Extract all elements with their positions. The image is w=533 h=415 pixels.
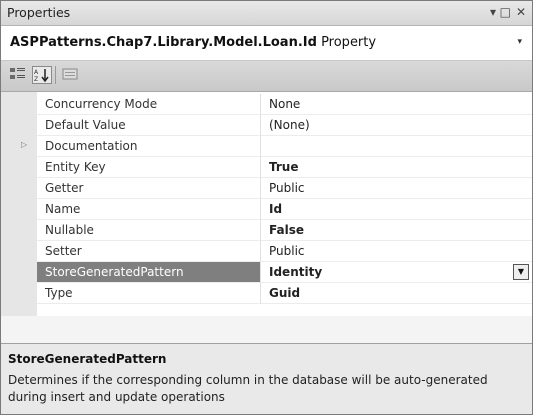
property-name: Default Value — [37, 115, 261, 136]
property-row-concurrency-mode[interactable]: Concurrency Mode None — [1, 94, 532, 115]
property-row-type[interactable]: Type Guid — [1, 283, 532, 304]
categorized-button[interactable] — [9, 66, 29, 84]
property-value[interactable]: Public — [261, 241, 532, 262]
object-selector[interactable]: ASPPatterns.Chap7.Library.Model.Loan.Id … — [1, 26, 532, 61]
property-row-getter[interactable]: Getter Public — [1, 178, 532, 199]
property-row-default-value[interactable]: Default Value (None) — [1, 115, 532, 136]
property-pages-icon — [62, 68, 78, 80]
svg-text:Z: Z — [34, 76, 38, 83]
title-bar: Properties ▾ □ ✕ — [1, 1, 532, 26]
window-title: Properties — [7, 5, 71, 20]
maximize-icon[interactable]: □ — [500, 4, 511, 20]
window-position-dropdown-icon[interactable]: ▾ — [490, 4, 496, 20]
toolbar-separator — [55, 66, 56, 84]
chevron-down-icon: ▼ — [517, 267, 525, 276]
svg-text:A: A — [34, 69, 39, 76]
property-value[interactable]: (None) — [261, 115, 532, 136]
properties-window: Properties ▾ □ ✕ ASPPatterns.Chap7.Libra… — [0, 0, 533, 415]
categorized-icon — [10, 68, 25, 79]
property-name: Documentation — [37, 136, 261, 157]
object-selector-text: ASPPatterns.Chap7.Library.Model.Loan.Id … — [10, 35, 376, 50]
alphabetical-sort-icon: A Z — [34, 69, 49, 83]
property-value[interactable]: Id — [261, 199, 532, 220]
description-pane: StoreGeneratedPattern Determines if the … — [1, 344, 532, 414]
property-name: Concurrency Mode — [37, 94, 261, 115]
property-name: Type — [37, 283, 261, 304]
chevron-down-icon[interactable]: ▾ — [517, 37, 522, 47]
property-row-setter[interactable]: Setter Public — [1, 241, 532, 262]
property-name: Nullable — [37, 220, 261, 241]
alphabetical-button[interactable]: A Z — [32, 66, 52, 84]
property-pages-button[interactable] — [61, 66, 81, 84]
description-title: StoreGeneratedPattern — [8, 352, 167, 366]
property-value[interactable]: True — [261, 157, 532, 178]
description-text: Determines if the corresponding column i… — [8, 373, 488, 404]
property-value[interactable]: False — [261, 220, 532, 241]
property-name: Getter — [37, 178, 261, 199]
expand-icon[interactable]: ▷ — [21, 140, 27, 149]
property-row-documentation[interactable]: ▷ Documentation — [1, 136, 532, 157]
property-value[interactable] — [261, 136, 532, 157]
property-row-name[interactable]: Name Id — [1, 199, 532, 220]
property-name: Setter — [37, 241, 261, 262]
property-name: Entity Key — [37, 157, 261, 178]
value-dropdown-button[interactable]: ▼ — [513, 264, 529, 280]
close-icon[interactable]: ✕ — [516, 4, 526, 20]
property-row-entity-key[interactable]: Entity Key True — [1, 157, 532, 178]
property-row-store-generated-pattern[interactable]: StoreGeneratedPattern Identity ▼ — [1, 262, 532, 283]
properties-toolbar: A Z — [1, 61, 532, 92]
property-name: Name — [37, 199, 261, 220]
property-value[interactable]: Identity — [261, 262, 532, 283]
property-grid: Concurrency Mode None Default Value (Non… — [1, 92, 532, 316]
property-value[interactable]: Guid — [261, 283, 532, 304]
property-value[interactable]: Public — [261, 178, 532, 199]
property-name: StoreGeneratedPattern — [37, 262, 261, 283]
object-type: Property — [321, 35, 377, 50]
property-value[interactable]: None — [261, 94, 532, 115]
object-name: ASPPatterns.Chap7.Library.Model.Loan.Id — [10, 35, 317, 50]
property-row-nullable[interactable]: Nullable False — [1, 220, 532, 241]
